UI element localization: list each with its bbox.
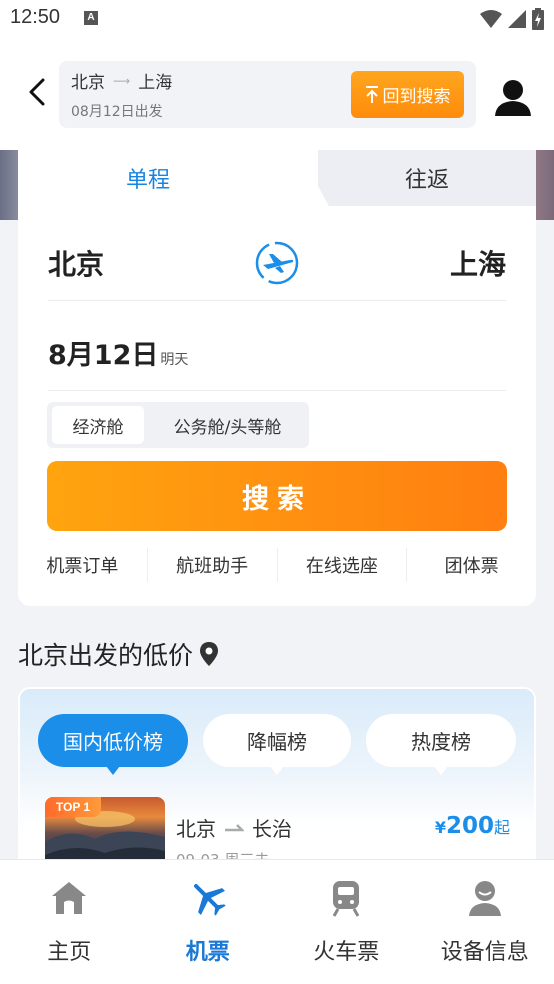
quick-link-group-ticket[interactable]: 团体票 [407,548,536,582]
route-from: 北京 [176,817,216,841]
from-city[interactable]: 北京 [48,243,104,283]
quick-link-orders[interactable]: 机票订单 [18,548,148,582]
price-suffix: 起 [493,818,510,837]
price-value: 200 [445,813,494,839]
search-button[interactable]: 搜索 [47,461,507,531]
nav-train-tickets[interactable]: 火车票 [277,860,416,984]
tab-label: 降幅榜 [247,730,307,754]
route-to: 长治 [252,817,292,841]
bottom-navigation: 主页 机票 火车票 设备信息 [0,859,554,984]
tab-round-trip[interactable]: 往返 [298,150,536,206]
user-icon [465,878,505,918]
status-bar: 12:50 A [0,0,554,38]
header-date: 08月12日出发 [71,104,163,120]
quick-links: 机票订单 航班助手 在线选座 团体票 [18,548,536,582]
tab-popularity[interactable]: 热度榜 [366,714,516,775]
user-profile-button[interactable] [494,78,532,118]
tab-one-way[interactable]: 单程 [18,150,318,206]
search-card: 往返 单程 北京 上海 8月12日 明天 经济舱 公务舱/头等舱 搜索 机票订单… [18,150,536,606]
back-to-search-button[interactable]: 回到搜索 [351,71,464,118]
quick-link-flight-assistant[interactable]: 航班助手 [148,548,278,582]
route-cities[interactable]: 北京 长治 [176,813,292,842]
back-to-search-label: 回到搜索 [382,87,451,107]
location-pin-icon [200,642,219,666]
header: 北京 ⟶ 上海 08月12日出发 回到搜索 [0,38,554,150]
swap-flight-icon[interactable] [254,240,300,286]
plane-icon [188,878,228,918]
nav-label: 主页 [47,940,92,965]
nav-label: 设备信息 [440,940,529,965]
nav-device-info[interactable]: 设备信息 [416,860,554,984]
cabin-economy[interactable]: 经济舱 [52,406,144,444]
low-price-title: 北京出发的低价 [18,636,219,672]
tab-label: 热度榜 [411,730,471,754]
arrow-right-icon: ⟶ [113,73,131,88]
user-icon [495,80,531,116]
arrow-right-icon [225,823,244,831]
divider [48,390,506,391]
train-icon [326,878,366,918]
date-main: 8月12日 [48,340,159,371]
tab-label: 国内低价榜 [63,730,163,754]
notification-icon: A [84,11,98,25]
nav-home[interactable]: 主页 [0,860,139,984]
quick-link-seat-selection[interactable]: 在线选座 [278,548,408,582]
route-line: 北京 ⟶ 上海 [71,68,172,93]
home-icon [49,878,89,918]
ranking-panel: 国内低价榜 降幅榜 热度榜 TOP 1 北京 长治 ¥ 200 起 09-03 … [18,687,536,887]
tab-price-drop[interactable]: 降幅榜 [203,714,351,775]
arrow-up-icon [365,85,378,103]
to-city[interactable]: 上海 [450,243,506,283]
battery-icon [532,8,544,30]
nav-label: 机票 [185,940,230,965]
divider [48,300,506,301]
wifi-icon [480,10,502,28]
nav-label: 火车票 [313,940,380,965]
cabin-class-switch: 经济舱 公务舱/头等舱 [47,402,309,448]
back-button[interactable] [20,72,54,112]
status-icons [480,8,544,30]
cabin-business-first[interactable]: 公务舱/头等舱 [150,406,305,444]
route-summary[interactable]: 北京 ⟶ 上海 08月12日出发 回到搜索 [59,61,476,128]
chevron-left-icon [29,78,45,106]
route-price[interactable]: ¥ 200 起 [435,813,510,839]
tab-domestic-low-price[interactable]: 国内低价榜 [38,714,188,775]
header-from-city: 北京 [71,73,105,93]
date-selector[interactable]: 8月12日 明天 [48,333,188,372]
date-sub: 明天 [160,352,189,368]
header-to-city: 上海 [138,73,173,93]
top-badge: TOP 1 [45,797,101,817]
low-price-title-text: 北京出发的低价 [18,641,194,670]
status-time: 12:50 [10,6,61,28]
signal-icon [508,10,526,28]
nav-flights[interactable]: 机票 [139,860,278,984]
price-currency: ¥ [434,818,446,837]
